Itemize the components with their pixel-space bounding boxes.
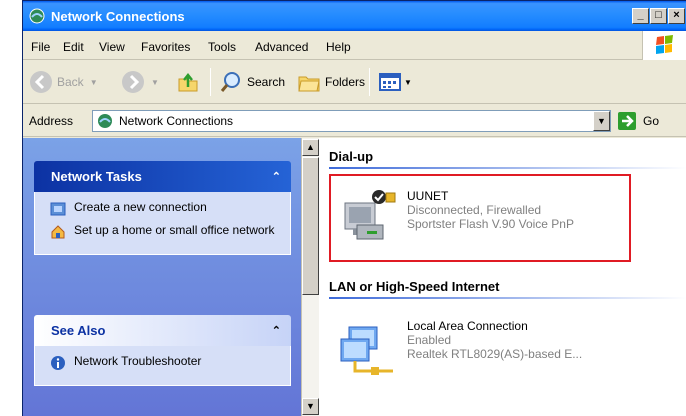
create-connection-link[interactable]: Create a new connection xyxy=(50,200,280,217)
forward-arrow-icon xyxy=(122,71,144,93)
address-value: Network Connections xyxy=(119,114,234,128)
task-pane: Network Tasks ⌃ Create a new connection xyxy=(23,138,301,416)
address-dropdown-button[interactable]: ▼ xyxy=(593,111,610,131)
toolbar-separator xyxy=(210,68,211,96)
maximize-button[interactable]: □ xyxy=(650,8,667,24)
back-dropdown-icon[interactable]: ▼ xyxy=(90,78,98,87)
search-icon xyxy=(220,72,240,92)
connection-name: Local Area Connection xyxy=(407,319,528,333)
folders-icon xyxy=(298,76,320,92)
menu-advanced[interactable]: Advanced xyxy=(255,40,308,54)
new-connection-icon xyxy=(50,202,66,216)
lan-connection-icon xyxy=(340,326,393,375)
network-connections-icon xyxy=(29,8,45,24)
forward-button[interactable]: ▼ xyxy=(121,70,159,94)
views-dropdown-icon[interactable]: ▼ xyxy=(404,78,412,87)
search-button[interactable]: Search xyxy=(219,70,285,94)
network-troubleshooter-link[interactable]: Network Troubleshooter xyxy=(50,354,280,371)
network-tasks-header[interactable]: Network Tasks ⌃ xyxy=(34,161,291,192)
home-network-icon xyxy=(51,225,65,239)
connection-lan-text: Local Area Connection Enabled Realtek RT… xyxy=(407,319,582,379)
toolbar: Back ▼ ▼ Search Folders ▼ xyxy=(23,60,686,104)
title-bar[interactable]: Network Connections _ □ × xyxy=(23,1,686,31)
network-tasks-title: Network Tasks xyxy=(51,169,142,184)
minimize-button[interactable]: _ xyxy=(632,8,649,24)
connection-device: Realtek RTL8029(AS)-based E... xyxy=(407,347,583,361)
see-also-panel: See Also ⌃ Network Troubleshooter xyxy=(34,315,291,386)
home-network-label: Set up a home or small office network xyxy=(74,223,275,237)
address-bar: Address Network Connections ▼ Go xyxy=(23,105,686,137)
folders-label: Folders xyxy=(325,75,366,89)
scroll-up-button[interactable]: ▲ xyxy=(302,139,319,156)
up-folder-button[interactable] xyxy=(176,70,200,94)
back-button[interactable]: Back ▼ xyxy=(29,70,98,94)
group-header-lan: LAN or High-Speed Internet xyxy=(329,279,686,299)
see-also-body: Network Troubleshooter xyxy=(34,346,291,386)
menu-help[interactable]: Help xyxy=(326,40,351,54)
windows-flag-icon xyxy=(656,35,673,54)
up-folder-icon xyxy=(178,72,198,92)
search-label: Search xyxy=(247,75,286,89)
help-info-icon xyxy=(51,356,65,370)
window: Network Connections _ □ × File Edit View… xyxy=(22,0,686,416)
network-tasks-body: Create a new connection Set up a home or… xyxy=(34,192,291,255)
menu-bar: File Edit View Favorites Tools Advanced … xyxy=(23,31,686,60)
address-input[interactable]: Network Connections ▼ xyxy=(92,110,611,132)
go-button[interactable]: Go xyxy=(617,111,659,131)
windows-logo xyxy=(642,31,686,60)
see-also-header[interactable]: See Also ⌃ xyxy=(34,315,291,346)
views-button[interactable]: ▼ xyxy=(378,70,412,94)
address-label: Address xyxy=(29,114,74,128)
connection-local-area[interactable]: Local Area Connection Enabled Realtek RT… xyxy=(337,319,582,379)
menu-edit[interactable]: Edit xyxy=(63,40,84,54)
create-connection-label: Create a new connection xyxy=(74,200,207,214)
group-header-dialup: Dial-up xyxy=(329,149,686,169)
back-label: Back xyxy=(57,75,84,89)
scroll-thumb[interactable] xyxy=(302,157,319,295)
menu-view[interactable]: View xyxy=(99,40,125,54)
forward-dropdown-icon[interactable]: ▼ xyxy=(151,78,159,87)
network-connections-icon xyxy=(98,114,112,128)
menu-tools[interactable]: Tools xyxy=(208,40,236,54)
connection-status: Enabled xyxy=(407,333,452,347)
selection-highlight xyxy=(329,174,631,262)
collapse-icon[interactable]: ⌃ xyxy=(272,170,281,183)
collapse-icon[interactable]: ⌃ xyxy=(272,324,281,337)
views-icon xyxy=(379,73,401,91)
menu-favorites[interactable]: Favorites xyxy=(141,40,190,54)
network-troubleshooter-label: Network Troubleshooter xyxy=(74,354,202,368)
connections-list: Dial-up UUNET Disconnected, Firewalled S… xyxy=(319,138,686,416)
back-arrow-icon xyxy=(30,71,52,93)
see-also-title: See Also xyxy=(51,323,106,338)
home-network-link[interactable]: Set up a home or small office network xyxy=(50,223,280,240)
scroll-down-button[interactable]: ▼ xyxy=(302,398,319,415)
vertical-scrollbar[interactable]: ▲ ▼ xyxy=(301,138,319,416)
close-button[interactable]: × xyxy=(668,8,685,24)
menu-file[interactable]: File xyxy=(31,40,50,54)
window-title: Network Connections xyxy=(51,9,185,24)
go-arrow-icon xyxy=(618,112,636,130)
go-label: Go xyxy=(643,114,660,128)
network-tasks-panel: Network Tasks ⌃ Create a new connection xyxy=(34,161,291,255)
toolbar-separator xyxy=(369,68,370,96)
folders-button[interactable]: Folders xyxy=(297,70,365,94)
